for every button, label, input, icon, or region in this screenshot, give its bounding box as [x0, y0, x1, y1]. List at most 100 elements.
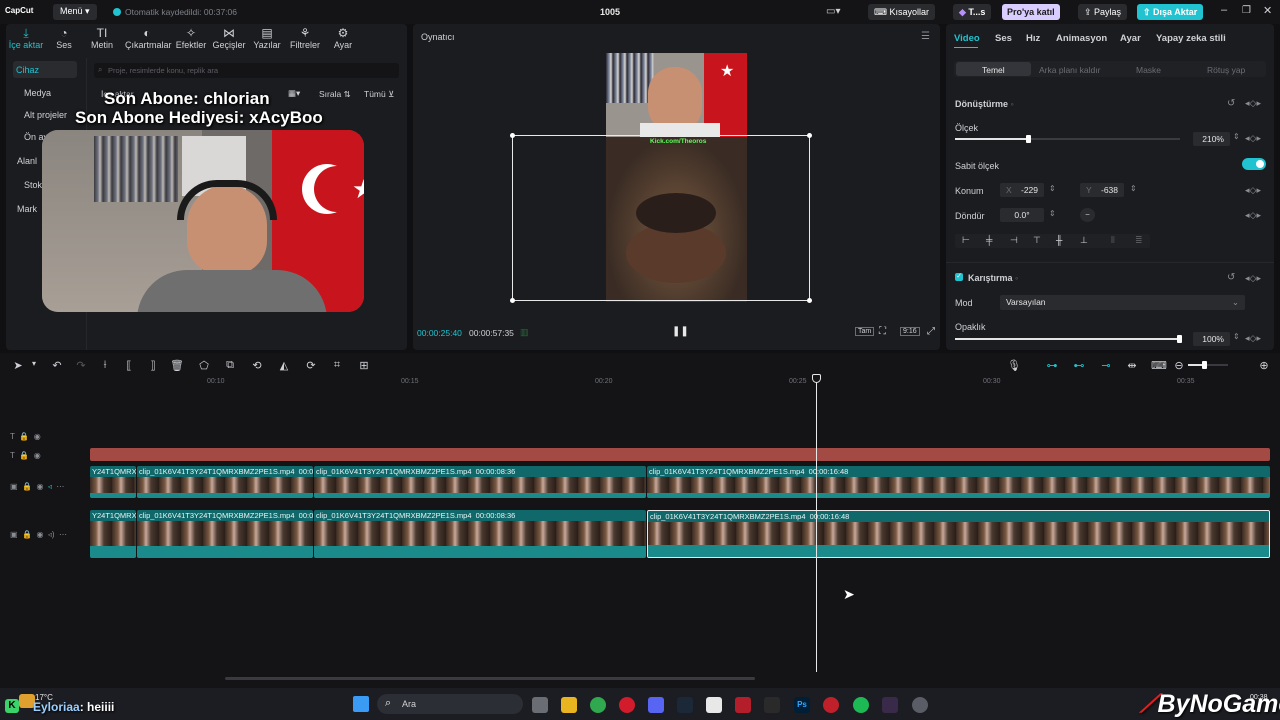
- resize-handle[interactable]: [510, 298, 515, 303]
- tool-captions[interactable]: ▤ Yazılar: [247, 26, 287, 50]
- nav-media[interactable]: Medya: [24, 88, 51, 98]
- close-icon[interactable]: ✕: [1263, 4, 1272, 17]
- tool-adjust[interactable]: ⚙ Ayar: [323, 26, 363, 50]
- view-toggle-icon[interactable]: ▦▾: [288, 88, 300, 99]
- caption-track-icon[interactable]: ⌨: [1150, 359, 1168, 373]
- playhead-handle[interactable]: [812, 374, 821, 383]
- align-vcenter-icon[interactable]: ╫: [1056, 235, 1062, 245]
- preview-axis-icon[interactable]: ⊸: [1097, 359, 1115, 373]
- media-search-input[interactable]: ⌕ Proje, resimlerde konu, replik ara: [94, 63, 399, 78]
- reverse-icon[interactable]: ⟲: [248, 359, 266, 373]
- epic-games-icon[interactable]: [764, 697, 780, 713]
- keyframe-icon[interactable]: ◂◇▸: [1245, 333, 1261, 344]
- reset-icon[interactable]: ↺: [1227, 98, 1235, 109]
- redo-icon[interactable]: ↷: [72, 359, 90, 373]
- stepper-icon[interactable]: ⇕: [1130, 184, 1137, 193]
- subtab-basic[interactable]: Temel: [982, 65, 1005, 75]
- resize-handle[interactable]: [807, 133, 812, 138]
- subtab-retouch[interactable]: Rötuş yap: [1207, 65, 1245, 75]
- keyframe-icon[interactable]: ◂◇▸: [1245, 185, 1261, 196]
- video-clip-selected[interactable]: clip_01K6V41T3Y24T1QMRXBMZ2PE1S.mp4 00:0…: [647, 510, 1270, 558]
- eye-icon[interactable]: ◉: [36, 530, 43, 539]
- snap-icon[interactable]: ⇹: [1123, 359, 1141, 373]
- video-clip[interactable]: Y24T1QMRXI: [90, 466, 136, 498]
- text-clip-bar[interactable]: [90, 448, 1270, 461]
- keyframe-icon[interactable]: ◂◇▸: [1245, 210, 1261, 221]
- timeline-scrollbar[interactable]: [225, 677, 755, 680]
- audio-on-icon[interactable]: ◃: [48, 482, 52, 491]
- zoom-in-icon[interactable]: ⊕: [1255, 359, 1273, 373]
- sort-button[interactable]: Sırala ⇅: [319, 89, 351, 100]
- nav-subprojects[interactable]: Alt projeler: [24, 110, 67, 120]
- blend-checkbox[interactable]: ✓: [955, 273, 963, 281]
- join-pro-button[interactable]: Pro'ya katıl: [1002, 4, 1060, 20]
- stepper-icon[interactable]: ⇕: [1049, 184, 1056, 193]
- microphone-icon[interactable]: 🎙: [1005, 359, 1023, 373]
- video-clip[interactable]: clip_01K6V41T3Y24T1QMRXBMZ2PE1S.mp4 00:0…: [314, 510, 646, 558]
- link-icon[interactable]: ⊷: [1070, 359, 1088, 373]
- tab-video[interactable]: Video: [954, 33, 980, 44]
- tab-adjust[interactable]: Ayar: [1120, 33, 1141, 44]
- align-right-icon[interactable]: ⊣: [1010, 235, 1018, 246]
- selection-box[interactable]: [512, 135, 810, 301]
- lock-icon[interactable]: 🔒: [19, 451, 29, 460]
- auto-caption-icon[interactable]: ⊞: [355, 359, 373, 373]
- video-clip[interactable]: clip_01K6V41T3Y24T1QMRXBMZ2PE1S.mp4 00:0…: [137, 466, 313, 498]
- distribute-v-icon[interactable]: ≣: [1135, 235, 1143, 246]
- keyframe-icon[interactable]: ◂◇▸: [1245, 273, 1261, 284]
- shortcuts-button[interactable]: ⌨ Kısayollar: [868, 4, 936, 20]
- steam-icon[interactable]: [677, 697, 693, 713]
- eye-icon[interactable]: ◉: [36, 482, 43, 491]
- delete-icon[interactable]: 🗑: [168, 359, 186, 373]
- align-top-icon[interactable]: ⊤: [1033, 235, 1041, 246]
- task-view-icon[interactable]: [532, 697, 548, 713]
- nav-spaces[interactable]: Alanl: [17, 156, 37, 166]
- nav-stock[interactable]: Stok: [24, 180, 42, 190]
- subtab-remove-bg[interactable]: Arka planı kaldır: [1039, 65, 1100, 75]
- lock-icon[interactable]: 🔒: [19, 432, 29, 441]
- rotate-input[interactable]: 0.0°: [1000, 208, 1044, 222]
- opacity-slider-thumb[interactable]: [1177, 335, 1182, 343]
- freeze-icon[interactable]: ⧉: [221, 359, 239, 373]
- resize-handle[interactable]: [510, 133, 515, 138]
- fit-icon[interactable]: ⛶: [879, 326, 886, 337]
- app-icon[interactable]: [882, 697, 898, 713]
- photoshop-icon[interactable]: Ps: [794, 697, 810, 713]
- pro-badge[interactable]: ◆ T...s: [953, 4, 992, 20]
- filter-button[interactable]: Tümü ⊻: [364, 89, 394, 100]
- keyframe-icon[interactable]: ◂◇▸: [1245, 98, 1261, 109]
- capcut-icon[interactable]: [706, 697, 722, 713]
- reset-icon[interactable]: ↺: [1227, 272, 1235, 283]
- chrome-icon[interactable]: [590, 697, 606, 713]
- scale-slider-thumb[interactable]: [1026, 135, 1031, 143]
- video-clip[interactable]: clip_01K6V41T3Y24T1QMRXBMZ2PE1S.mp4 00:0…: [314, 466, 646, 498]
- player-menu-icon[interactable]: ☰: [921, 31, 930, 42]
- opera-icon[interactable]: [619, 697, 635, 713]
- more-icon[interactable]: ⋯: [56, 482, 64, 491]
- keyframe-icon[interactable]: ◂◇▸: [1245, 133, 1261, 144]
- eye-icon[interactable]: ◉: [34, 432, 41, 441]
- fullscreen-icon[interactable]: ⤢: [927, 326, 935, 337]
- tool-stickers[interactable]: ◐ Çıkartmalar: [125, 26, 172, 50]
- distribute-h-icon[interactable]: ⫴: [1111, 235, 1115, 246]
- more-icon[interactable]: ⋯: [59, 530, 67, 539]
- minimize-icon[interactable]: –: [1221, 4, 1227, 16]
- tab-speed[interactable]: Hız: [1026, 33, 1040, 44]
- ratio-button[interactable]: 9:16: [900, 327, 920, 336]
- align-hcenter-icon[interactable]: ╪: [986, 235, 992, 245]
- export-button[interactable]: ⇧ Dışa Aktar: [1137, 4, 1204, 20]
- tool-effects[interactable]: ✧ Efektler: [171, 26, 211, 50]
- lock-icon[interactable]: 🔒: [22, 482, 32, 491]
- eye-icon[interactable]: ◉: [34, 451, 41, 460]
- scale-input[interactable]: 210%: [1193, 132, 1230, 146]
- chevron-down-icon[interactable]: ▾: [25, 359, 43, 373]
- scale-slider[interactable]: [955, 135, 1180, 143]
- position-x-input[interactable]: X -229: [1000, 183, 1044, 197]
- layout-icon[interactable]: ▭▾: [826, 6, 840, 17]
- zoom-out-icon[interactable]: ⊖: [1170, 359, 1188, 373]
- magnet-icon[interactable]: ⊶: [1043, 359, 1061, 373]
- full-quality-button[interactable]: Tam: [855, 327, 875, 336]
- obs-icon[interactable]: [912, 697, 928, 713]
- tool-filters[interactable]: ⚘ Filtreler: [285, 26, 325, 50]
- timeline-ruler[interactable]: [90, 375, 1280, 389]
